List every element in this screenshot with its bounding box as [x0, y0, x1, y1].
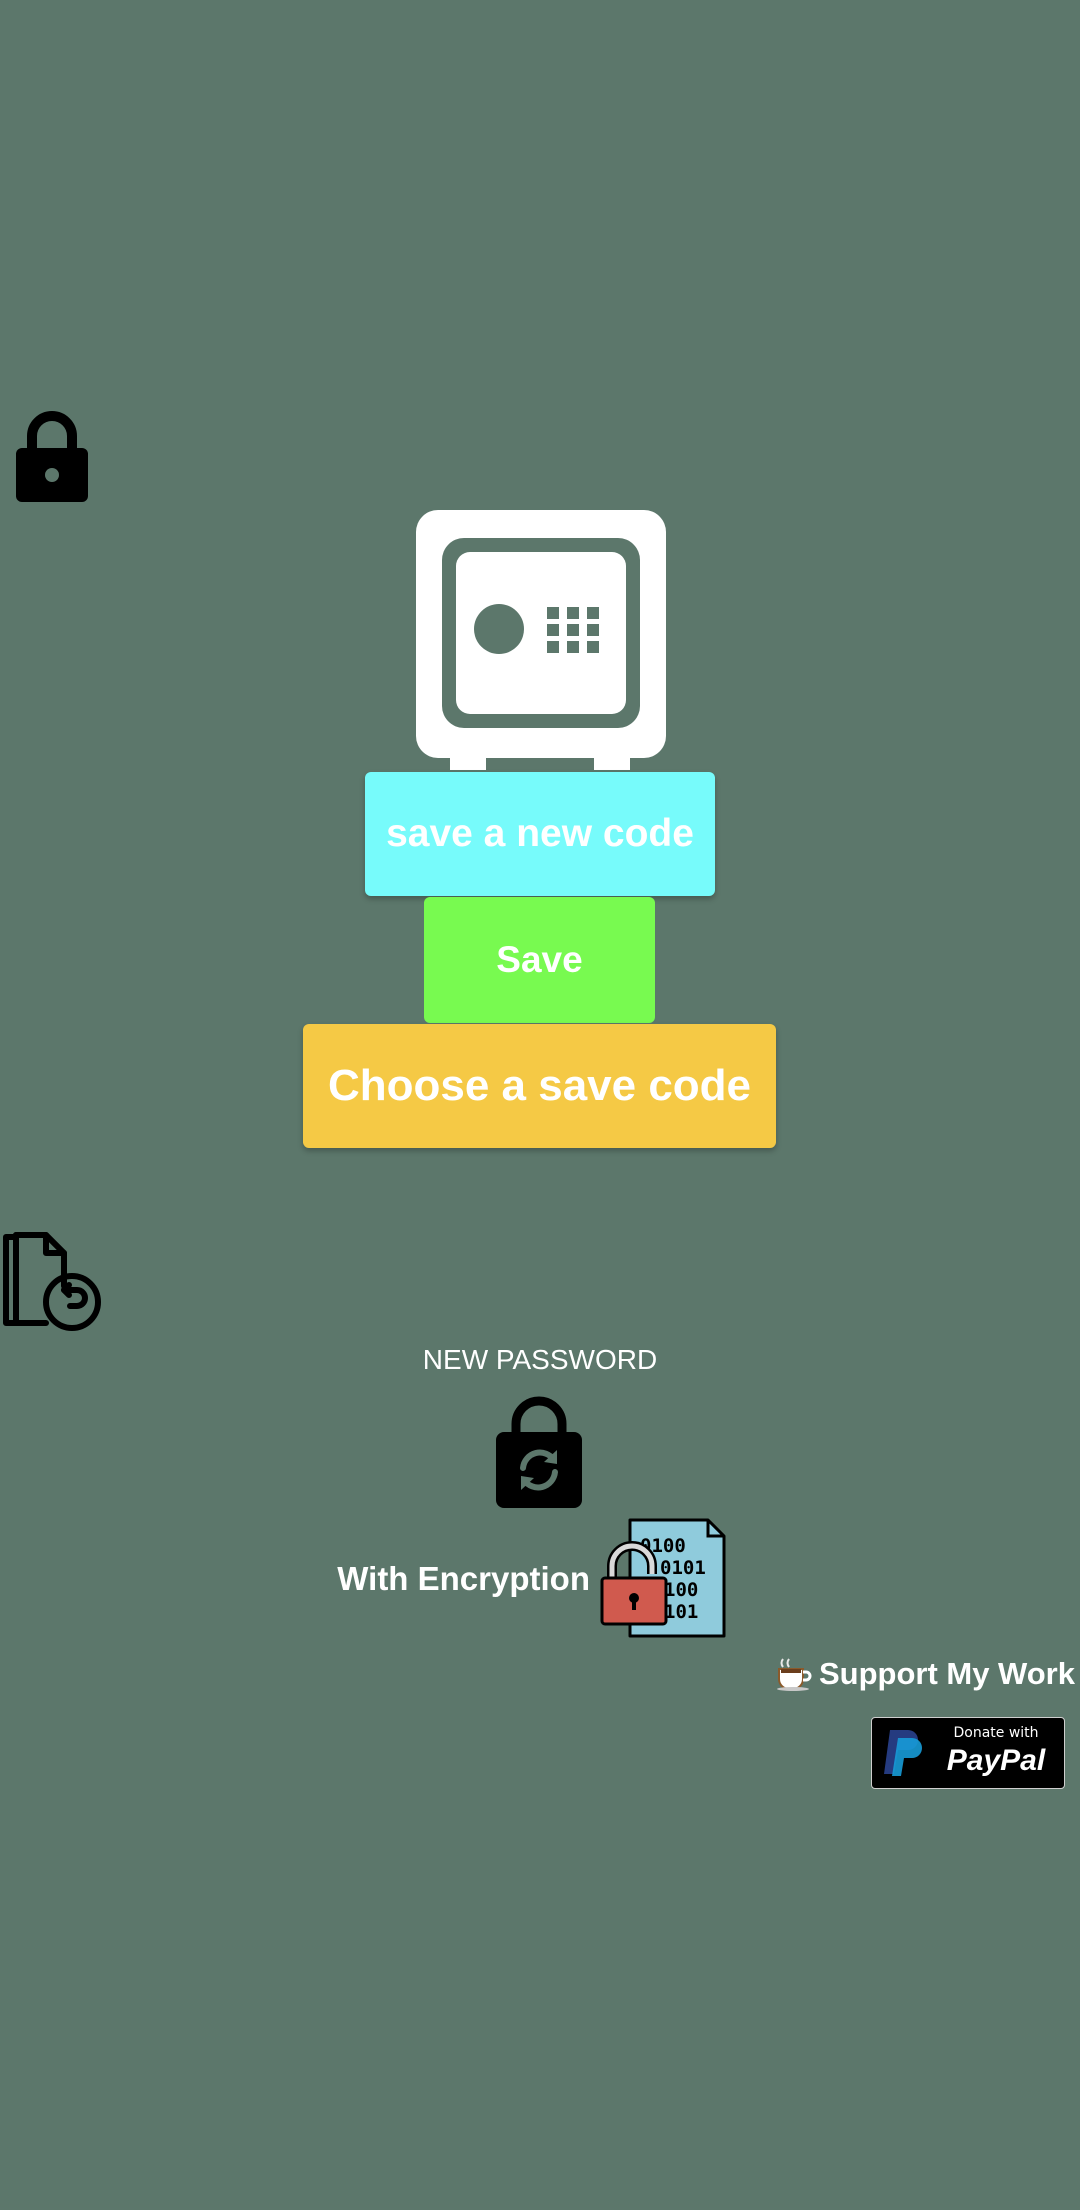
- encrypted-file-icon[interactable]: 0100 0101 100 101: [600, 1518, 726, 1644]
- choose-save-code-button[interactable]: Choose a save code: [303, 1024, 776, 1148]
- support-label: Support My Work: [818, 1656, 1075, 1691]
- svg-text:101: 101: [664, 1601, 698, 1623]
- lock-icon[interactable]: [14, 408, 90, 502]
- paypal-wordmark: PayPal: [946, 1744, 1046, 1777]
- save-button[interactable]: Save: [424, 897, 655, 1023]
- save-new-code-button[interactable]: save a new code: [365, 772, 715, 896]
- svg-text:100: 100: [664, 1579, 698, 1601]
- with-encryption-label: With Encryption: [337, 1560, 590, 1597]
- svg-text:0101: 0101: [660, 1557, 706, 1579]
- safe-icon: [416, 510, 666, 770]
- paypal-donate-button[interactable]: Donate with PayPal: [871, 1717, 1065, 1789]
- new-password-label: NEW PASSWORD: [422, 1344, 658, 1375]
- paypal-logo-icon: [882, 1728, 922, 1778]
- lock-refresh-icon[interactable]: [494, 1392, 584, 1508]
- paypal-donate-small-text: Donate with: [953, 1725, 1039, 1741]
- coffee-cup-icon: [775, 1657, 813, 1691]
- support-link[interactable]: Support My Work: [775, 1656, 1075, 1692]
- file-restore-icon[interactable]: [2, 1232, 104, 1332]
